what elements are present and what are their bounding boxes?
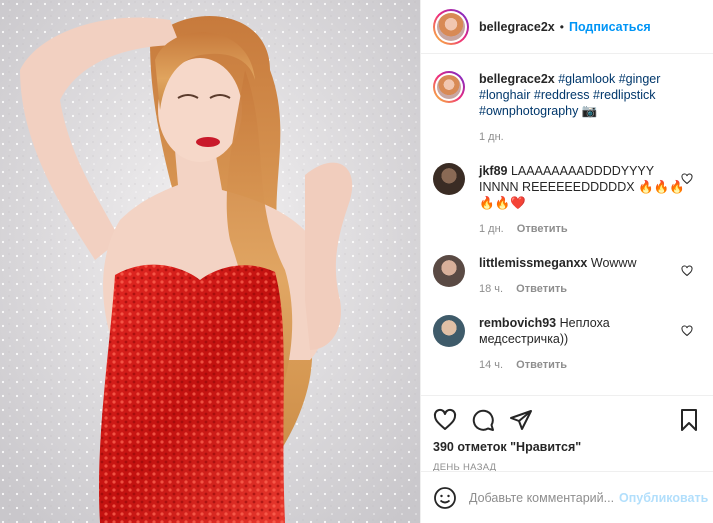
like-comment-heart-icon[interactable]	[681, 325, 693, 337]
reply-button[interactable]: Ответить	[517, 223, 568, 235]
caption-time[interactable]: 1 дн.	[479, 131, 504, 143]
comment-time[interactable]: 14 ч.	[479, 359, 503, 371]
reply-button[interactable]: Ответить	[516, 359, 567, 371]
post-header: bellegrace2x • Подписаться	[421, 0, 713, 54]
emoji-icon[interactable]	[433, 486, 457, 510]
comment-text: LAAAAAAAADDDDYYYY INNNN REEEEEEDDDDDX 🔥🔥…	[479, 164, 685, 210]
hashtag[interactable]: #glamlook	[558, 72, 615, 86]
camera-emoji: 📷	[581, 104, 598, 118]
comments-list[interactable]: bellegrace2x #glamlook #ginger #longhair…	[421, 55, 713, 395]
heart-icon[interactable]	[433, 408, 457, 432]
author-username[interactable]: bellegrace2x	[479, 20, 555, 34]
commenter-avatar[interactable]	[433, 163, 465, 195]
post-image	[0, 0, 420, 523]
separator-dot: •	[559, 19, 564, 34]
reply-button[interactable]: Ответить	[516, 283, 567, 295]
hashtag[interactable]: #ownphotography	[479, 104, 578, 118]
post-photo[interactable]	[0, 0, 420, 523]
like-comment-heart-icon[interactable]	[681, 265, 693, 277]
comment-item: jkf89 LAAAAAAAADDDDYYYY INNNN REEEEEEDDD…	[433, 163, 701, 237]
hashtag[interactable]: #redlipstick	[593, 88, 656, 102]
caption-username[interactable]: bellegrace2x	[479, 72, 555, 86]
caption: bellegrace2x #glamlook #ginger #longhair…	[433, 71, 701, 145]
comment-time[interactable]: 1 дн.	[479, 223, 504, 235]
hashtag[interactable]: #longhair	[479, 88, 530, 102]
comment-input[interactable]	[469, 490, 619, 505]
hashtag[interactable]: #ginger	[619, 72, 661, 86]
comment-text: Wowww	[590, 256, 637, 270]
comment-time[interactable]: 18 ч.	[479, 283, 503, 295]
post-actions: 390 отметок "Нравится" День назад	[421, 395, 713, 473]
bookmark-icon[interactable]	[677, 408, 701, 432]
commenter-avatar[interactable]	[433, 315, 465, 347]
commenter-username[interactable]: littlemissmeganxx	[479, 256, 587, 270]
like-comment-heart-icon[interactable]	[681, 173, 693, 185]
comment-item: rembovich93 Неплоха медсестричка)) 14 ч.…	[433, 315, 701, 373]
follow-button[interactable]: Подписаться	[569, 20, 651, 34]
publish-button[interactable]: Опубликовать	[619, 491, 708, 505]
comment-item: littlemissmeganxx Wowww 18 ч. Ответить	[433, 255, 701, 297]
author-avatar[interactable]	[433, 8, 469, 45]
caption-avatar[interactable]	[433, 71, 465, 103]
hashtag[interactable]: #reddress	[534, 88, 590, 102]
commenter-username[interactable]: jkf89	[479, 164, 508, 178]
post-panel: bellegrace2x • Подписаться bellegrace2x …	[420, 0, 713, 523]
comment-icon[interactable]	[471, 408, 495, 432]
add-comment-bar: Опубликовать	[421, 471, 713, 523]
commenter-avatar[interactable]	[433, 255, 465, 287]
likes-count[interactable]: 390 отметок "Нравится"	[433, 440, 701, 454]
share-icon[interactable]	[509, 408, 533, 432]
commenter-username[interactable]: rembovich93	[479, 316, 556, 330]
